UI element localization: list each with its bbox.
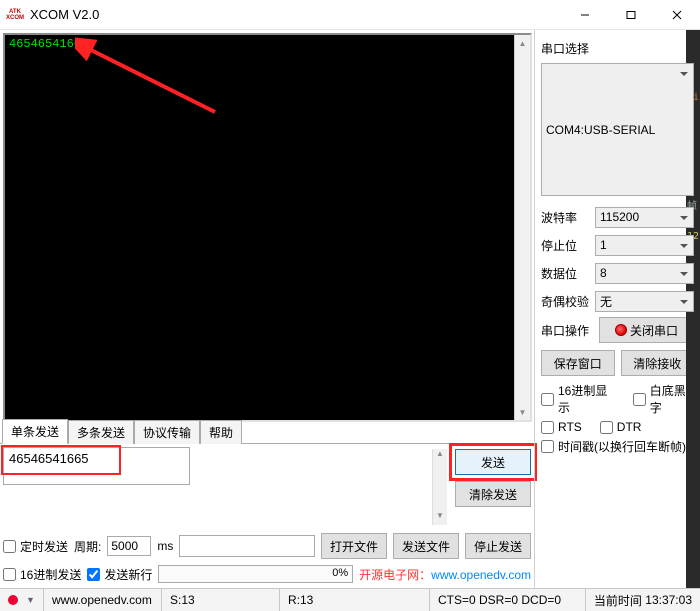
send-panel: ▲ ▼ 发送 清除发送 定时发送 周期: ms 打开文件 发送文件 停止发送 [0,444,534,588]
rx-output: 46546541665 [5,35,530,53]
tab-help[interactable]: 帮助 [200,420,242,444]
title-bar: ATKXCOM XCOM V2.0 [0,0,700,30]
rts-checkbox[interactable]: RTS [541,420,582,434]
send-newline-checkbox[interactable]: 发送新行 [87,566,152,583]
send-newline-label: 发送新行 [104,566,152,583]
status-url[interactable]: www.openedv.com [44,589,162,611]
dtr-checkbox[interactable]: DTR [600,420,642,434]
record-icon [615,324,627,336]
status-recv: R:13 [280,589,430,611]
window-title: XCOM V2.0 [30,7,99,22]
stop-send-button[interactable]: 停止发送 [465,533,531,559]
baud-label: 波特率 [541,209,595,226]
save-window-button[interactable]: 保存窗口 [541,350,615,376]
close-port-button[interactable]: 关闭串口 [599,317,694,343]
timed-send-checkbox[interactable]: 定时发送 [3,538,68,555]
period-unit: ms [157,539,173,553]
baud-select[interactable]: 115200 [595,207,694,228]
clear-send-button[interactable]: 清除发送 [455,481,531,507]
tab-multi-send[interactable]: 多条发送 [68,420,134,444]
status-time: 当前时间 13:37:03 [586,589,700,611]
status-bar: ▼ www.openedv.com S:13 R:13 CTS=0 DSR=0 … [0,588,700,611]
tx-scrollbar[interactable]: ▲ ▼ [432,449,447,525]
watermark: 开源电子网：www.openedv.com [359,566,531,583]
stopbit-select[interactable]: 1 [595,235,694,256]
period-input[interactable] [107,536,151,556]
watermark-link[interactable]: www.openedv.com [431,568,531,582]
send-file-button[interactable]: 发送文件 [393,533,459,559]
rx-console: 46546541665 ▲ ▼ [3,33,532,422]
tab-protocol[interactable]: 协议传输 [134,420,200,444]
close-button[interactable] [654,0,700,29]
status-sent: S:13 [162,589,280,611]
scroll-up-icon[interactable]: ▲ [515,35,530,51]
send-tabs: 单条发送 多条发送 协议传输 帮助 [0,422,534,444]
parity-label: 奇偶校验 [541,293,595,310]
white-black-checkbox[interactable]: 白底黑字 [633,382,694,416]
serial-select-heading: 串口选择 [541,40,694,57]
serial-settings-panel: 串口选择 COM4:USB-SERIAL 波特率115200 停止位1 数据位8… [534,30,700,588]
serial-op-label: 串口操作 [541,322,595,339]
open-file-button[interactable]: 打开文件 [321,533,387,559]
status-record-icon [8,595,18,605]
databit-select[interactable]: 8 [595,263,694,284]
tab-single-send[interactable]: 单条发送 [2,419,68,444]
port-select[interactable]: COM4:USB-SERIAL [541,63,694,196]
stopbit-label: 停止位 [541,237,595,254]
progress-bar: 0% [158,565,353,583]
databit-label: 数据位 [541,265,595,282]
timed-send-label: 定时发送 [20,538,68,555]
hex-display-checkbox[interactable]: 16进制显示 [541,382,615,416]
maximize-button[interactable] [608,0,654,29]
file-path-input[interactable] [179,535,315,557]
send-button[interactable]: 发送 [455,449,531,475]
app-icon: ATKXCOM [6,6,24,24]
hex-send-label: 16进制发送 [20,566,81,583]
clear-rx-button[interactable]: 清除接收 [621,350,695,376]
scroll-down-icon[interactable]: ▼ [515,404,530,420]
period-label: 周期: [74,538,101,555]
progress-value: 0% [332,567,348,579]
status-line-state: CTS=0 DSR=0 DCD=0 [430,589,586,611]
console-scrollbar[interactable]: ▲ ▼ [514,35,530,420]
status-record-dropdown-icon[interactable]: ▼ [26,595,35,605]
parity-select[interactable]: 无 [595,291,694,312]
tx-input[interactable] [3,447,190,485]
timestamp-checkbox[interactable]: 时间戳(以换行回车断帧) [541,438,694,455]
hex-send-checkbox[interactable]: 16进制发送 [3,566,81,583]
minimize-button[interactable] [562,0,608,29]
